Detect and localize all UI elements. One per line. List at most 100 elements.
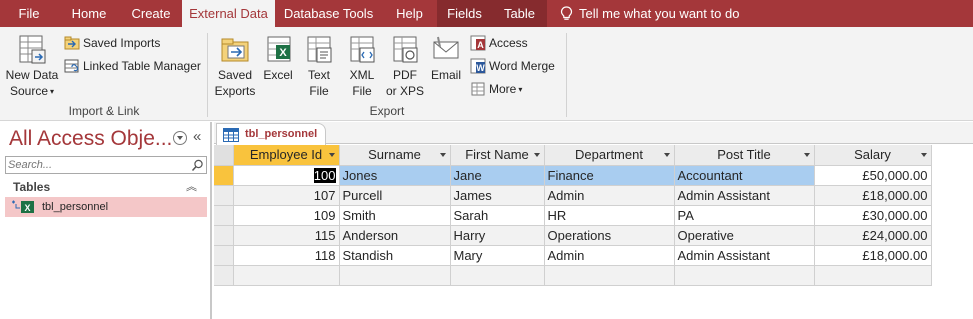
filter-dropdown-icon[interactable] — [328, 153, 335, 157]
tab-create[interactable]: Create — [120, 0, 182, 27]
row-selector[interactable] — [214, 265, 234, 286]
search-icon[interactable] — [191, 159, 204, 172]
import-link-group-label: Import & Link — [68, 104, 140, 118]
tab-file[interactable]: File — [0, 0, 58, 27]
tab-database-tools[interactable]: Database Tools — [275, 0, 382, 27]
cell-first-name[interactable] — [450, 265, 545, 286]
nav-search-input[interactable] — [6, 157, 186, 173]
saved-exports-button[interactable]: Saved Exports — [213, 33, 257, 99]
row-selector[interactable] — [214, 205, 234, 226]
cell-salary[interactable]: £30,000.00 — [814, 205, 932, 226]
column-header-surname[interactable]: Surname — [339, 145, 451, 166]
cell-surname[interactable]: Jones — [339, 165, 451, 186]
cell-first-name[interactable]: Harry — [450, 225, 545, 246]
cell-first-name[interactable]: Mary — [450, 245, 545, 266]
nav-search-box — [5, 156, 207, 174]
nav-pane-title[interactable]: All Access Obje... — [9, 127, 172, 151]
cell-department[interactable]: Finance — [544, 165, 675, 186]
cell-employee-id[interactable] — [233, 265, 340, 286]
tab-home[interactable]: Home — [58, 0, 120, 27]
navigation-pane: All Access Obje... « Tables ︽ X tbl_pers… — [0, 122, 212, 319]
cell-employee-id[interactable]: 109 — [233, 205, 340, 226]
xml-file-label-2: File — [352, 84, 372, 98]
cell-post-title[interactable]: Admin Assistant — [674, 245, 815, 266]
cell-salary[interactable]: £24,000.00 — [814, 225, 932, 246]
tab-table[interactable]: Table — [492, 0, 547, 27]
cell-surname[interactable]: Standish — [339, 245, 451, 266]
tab-fields[interactable]: Fields — [437, 0, 492, 27]
chevron-up-icon[interactable]: ︽ — [186, 178, 197, 196]
export-access-button[interactable]: A Access — [470, 33, 528, 53]
cell-first-name[interactable]: Jane — [450, 165, 545, 186]
new-data-source-button[interactable]: New Data Source ▾ — [4, 33, 60, 100]
linked-table-manager-button[interactable]: Linked Table Manager — [64, 56, 201, 76]
cell-salary[interactable]: £50,000.00 — [814, 165, 932, 186]
export-text-file-button[interactable]: Text File — [300, 33, 338, 99]
column-header-employee-id[interactable]: Employee Id — [233, 145, 340, 166]
column-header-salary[interactable]: Salary — [814, 145, 932, 166]
cell-employee-id[interactable]: 118 — [233, 245, 340, 266]
new-data-source-icon — [19, 35, 46, 64]
cell-first-name[interactable]: Sarah — [450, 205, 545, 226]
nav-item-tbl-personnel[interactable]: X tbl_personnel — [5, 197, 207, 217]
cell-salary[interactable]: £18,000.00 — [814, 245, 932, 266]
cell-department[interactable]: Admin — [544, 185, 675, 206]
row-selector[interactable] — [214, 185, 234, 206]
cell-surname[interactable] — [339, 265, 451, 286]
email-label: Email — [430, 68, 461, 82]
cell-surname[interactable]: Smith — [339, 205, 451, 226]
cell-post-title[interactable]: Operative — [674, 225, 815, 246]
row-selector[interactable] — [214, 225, 234, 246]
filter-dropdown-icon[interactable] — [439, 153, 446, 157]
export-email-button[interactable]: Email — [428, 33, 464, 83]
word-merge-button[interactable]: W Word Merge — [470, 56, 555, 76]
filter-dropdown-icon[interactable] — [803, 153, 810, 157]
document-tab-tbl-personnel[interactable]: tbl_personnel — [216, 123, 326, 145]
xml-file-label: XML — [349, 68, 375, 82]
cell-department[interactable]: Admin — [544, 245, 675, 266]
saved-imports-icon — [64, 36, 80, 50]
tell-me-box[interactable]: Tell me what you want to do — [557, 0, 739, 27]
nav-menu-dropdown-icon[interactable] — [173, 131, 187, 145]
saved-exports-icon — [221, 38, 249, 62]
collapse-pane-icon[interactable]: « — [193, 128, 201, 145]
column-header-department[interactable]: Department — [544, 145, 675, 166]
tab-external-data[interactable]: External Data — [182, 0, 275, 28]
cell-department[interactable]: HR — [544, 205, 675, 226]
saved-imports-button[interactable]: Saved Imports — [64, 33, 160, 53]
select-all-button[interactable] — [214, 145, 234, 166]
cell-department[interactable]: Operations — [544, 225, 675, 246]
cell-surname[interactable]: Purcell — [339, 185, 451, 206]
column-header-label: Employee Id — [249, 147, 323, 163]
tab-help[interactable]: Help — [382, 0, 437, 27]
cell-first-name[interactable]: James — [450, 185, 545, 206]
row-selector[interactable] — [214, 165, 234, 186]
column-header-post-title[interactable]: Post Title — [674, 145, 815, 166]
cell-employee-id[interactable]: 115 — [233, 225, 340, 246]
export-pdf-xps-button[interactable]: PDF or XPS — [384, 33, 426, 99]
cell-employee-id[interactable]: 100 — [233, 165, 340, 186]
excel-label: Excel — [263, 68, 293, 82]
column-header-label: First Name — [465, 147, 529, 163]
cell-employee-id[interactable]: 107 — [233, 185, 340, 206]
cell-post-title[interactable]: Accountant — [674, 165, 815, 186]
nav-group-tables[interactable]: Tables ︽ — [5, 178, 207, 196]
export-more-button[interactable]: More ▾ — [470, 79, 522, 99]
column-header-first-name[interactable]: First Name — [450, 145, 545, 166]
table-icon — [223, 128, 239, 142]
svg-text:A: A — [477, 40, 484, 50]
cell-salary[interactable] — [814, 265, 932, 286]
cell-post-title[interactable] — [674, 265, 815, 286]
cell-department[interactable] — [544, 265, 675, 286]
cell-salary[interactable]: £18,000.00 — [814, 185, 932, 206]
filter-dropdown-icon[interactable] — [920, 153, 927, 157]
cell-post-title[interactable]: PA — [674, 205, 815, 226]
export-excel-button[interactable]: X Excel — [260, 33, 296, 83]
filter-dropdown-icon[interactable] — [533, 153, 540, 157]
export-xml-file-button[interactable]: XML File — [342, 33, 382, 99]
filter-dropdown-icon[interactable] — [663, 153, 670, 157]
row-selector[interactable] — [214, 245, 234, 266]
cell-post-title[interactable]: Admin Assistant — [674, 185, 815, 206]
cell-surname[interactable]: Anderson — [339, 225, 451, 246]
group-divider — [207, 33, 208, 117]
